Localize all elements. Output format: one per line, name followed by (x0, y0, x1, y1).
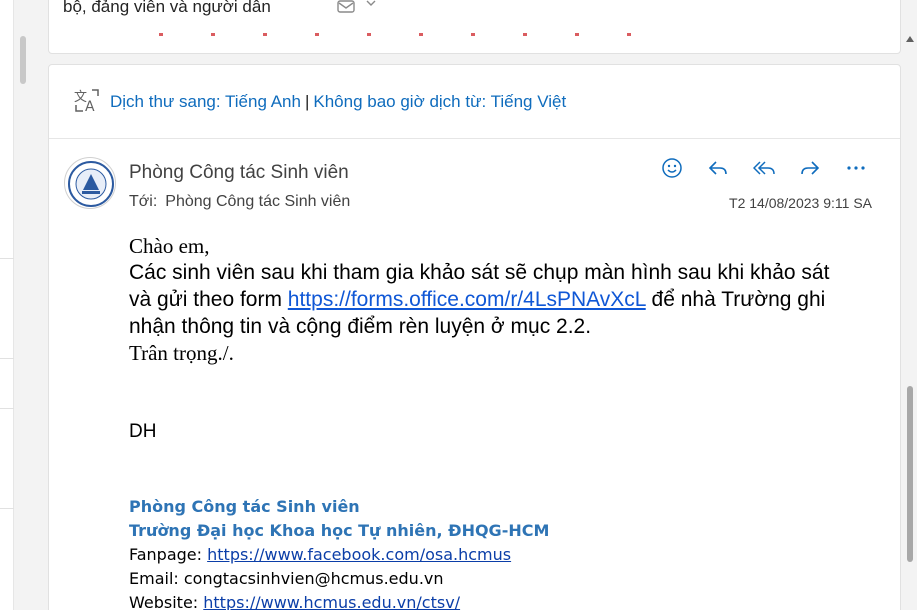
signature-school: Trường Đại học Khoa học Tự nhiên, ĐHQG-H… (129, 521, 550, 540)
scroll-up-arrow-icon[interactable] (906, 36, 914, 42)
fanpage-link[interactable]: https://www.facebook.com/osa.hcmus (207, 545, 511, 564)
message-date: T2 14/08/2023 9:11 SA (729, 195, 872, 211)
separator: | (304, 92, 310, 111)
fanpage-label: Fanpage: (129, 545, 208, 564)
closing: Trân trọng./. (129, 341, 234, 365)
divider (0, 508, 14, 509)
translation-bar: 文 A Dịch thư sang: Tiếng Anh | Không bao g… (49, 65, 900, 139)
chevron-down-icon[interactable] (365, 0, 377, 12)
spellcheck-underline (159, 33, 679, 36)
signature-fanpage: Fanpage: https://www.facebook.com/osa.hc… (129, 543, 549, 567)
envelope-icon[interactable] (337, 0, 355, 17)
reply-icon[interactable] (702, 153, 734, 183)
message-card: 文 A Dịch thư sang: Tiếng Anh | Không bao g… (48, 64, 901, 610)
message-body: Chào em, Các sinh viên sau khi tham gia … (129, 233, 849, 366)
greeting: Chào em, (129, 234, 210, 258)
never-translate-link[interactable]: Không bao giờ dịch từ: Tiếng Việt (313, 92, 566, 111)
right-scrollbar-thumb[interactable] (907, 386, 913, 562)
divider (0, 358, 14, 359)
reply-all-icon[interactable] (748, 153, 780, 183)
sender-name[interactable]: Phòng Công tác Sinh viên (129, 162, 349, 184)
divider (0, 408, 14, 409)
recipient-row: Tới: Phòng Công tác Sinh viên (129, 193, 350, 211)
forward-icon[interactable] (794, 153, 826, 183)
email-label: Email: (129, 569, 184, 588)
translate-to-english-link[interactable]: Dịch thư sang: Tiếng Anh (110, 92, 301, 111)
translate-icon: 文 A (74, 87, 100, 115)
recipient-name[interactable]: Phòng Công tác Sinh viên (165, 193, 350, 210)
main-paragraph: Các sinh viên sau khi tham gia khảo sát … (129, 259, 849, 340)
previous-message-subject: bộ, đảng viên và người dân (63, 0, 271, 16)
signature-org: Phòng Công tác Sinh viên (129, 497, 360, 516)
to-label: Tới: (129, 193, 158, 210)
signature: Phòng Công tác Sinh viên Trường Đại học … (129, 495, 549, 610)
avatar[interactable] (64, 157, 116, 209)
left-pane-strip (0, 0, 14, 610)
more-icon[interactable] (840, 153, 872, 183)
website-label: Website: (129, 593, 204, 610)
message-actions (656, 153, 872, 183)
svg-text:A: A (85, 99, 95, 113)
website-link[interactable]: https://www.hcmus.edu.vn/ctsv/ (203, 593, 460, 610)
previous-message-card[interactable]: bộ, đảng viên và người dân (48, 0, 901, 54)
left-scrollbar-thumb[interactable] (20, 36, 26, 84)
signature-website: Website: https://www.hcmus.edu.vn/ctsv/ (129, 591, 549, 610)
email-value[interactable]: congtacsinhvien@hcmus.edu.vn (184, 569, 444, 588)
signature-email: Email: congtacsinhvien@hcmus.edu.vn (129, 567, 549, 591)
smiley-icon[interactable] (656, 153, 688, 183)
divider (0, 258, 14, 259)
form-link[interactable]: https://forms.office.com/r/4LsPNAvXcL (288, 288, 646, 311)
sender-initials: DH (129, 421, 157, 442)
translation-options: Dịch thư sang: Tiếng Anh | Không bao giờ d… (110, 92, 566, 112)
